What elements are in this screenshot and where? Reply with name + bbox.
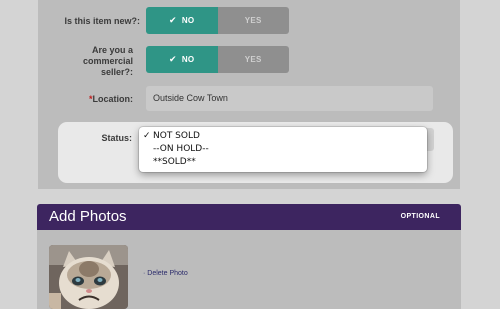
checkmark-icon: ✓	[143, 131, 151, 141]
add-photos-header: Add Photos OPTIONAL	[37, 204, 461, 230]
commercial-no-label: NO	[181, 55, 195, 64]
commercial-no-option[interactable]: ✔ NO	[146, 46, 218, 73]
check-icon: ✔	[169, 54, 177, 64]
new-item-yes-option[interactable]: YES	[217, 7, 289, 34]
status-option-label: **SOLD**	[153, 157, 196, 167]
add-photos-title: Add Photos	[49, 208, 127, 225]
check-icon: ✔	[169, 15, 177, 25]
optional-label: OPTIONAL	[400, 213, 440, 220]
status-option-label: NOT SOLD	[153, 131, 200, 141]
commercial-label-line-2: commercial	[82, 56, 133, 66]
commercial-seller-toggle[interactable]: ✔ NO YES	[146, 46, 289, 73]
new-item-label: Is this item new?:	[64, 16, 140, 26]
commercial-label-line-1: Are you a	[91, 45, 133, 55]
new-item-no-label: NO	[181, 16, 195, 25]
location-input[interactable]: Outside Cow Town	[146, 86, 433, 111]
cat-photo-icon	[49, 245, 128, 309]
delete-photo-label: Delete Photo	[147, 270, 188, 277]
new-item-toggle[interactable]: ✔ NO YES	[146, 7, 289, 34]
location-label: *Location:	[40, 94, 133, 105]
commercial-yes-label: YES	[244, 55, 262, 64]
page: Is this item new?: ✔ NO YES Are you a co…	[0, 0, 500, 309]
new-item-yes-label: YES	[244, 16, 262, 25]
commercial-seller-label: Are you a commercial seller?:	[40, 45, 133, 78]
cat-photo-thumbnail	[49, 245, 128, 309]
status-option-not-sold[interactable]: ✓ NOT SOLD	[139, 130, 427, 143]
status-option-on-hold[interactable]: --ON HOLD--	[139, 143, 427, 156]
status-option-sold[interactable]: **SOLD**	[139, 156, 427, 169]
commercial-yes-option[interactable]: YES	[217, 46, 289, 73]
status-label: Status:	[101, 133, 132, 143]
location-label-text: Location:	[92, 94, 134, 104]
status-option-label: --ON HOLD--	[153, 144, 209, 154]
status-dropdown-menu: ✓ NOT SOLD --ON HOLD-- **SOLD**	[139, 127, 427, 172]
commercial-label-line-3: seller?:	[100, 67, 133, 77]
delete-photo-link[interactable]: · Delete Photo	[143, 270, 188, 277]
new-item-no-option[interactable]: ✔ NO	[146, 7, 218, 34]
